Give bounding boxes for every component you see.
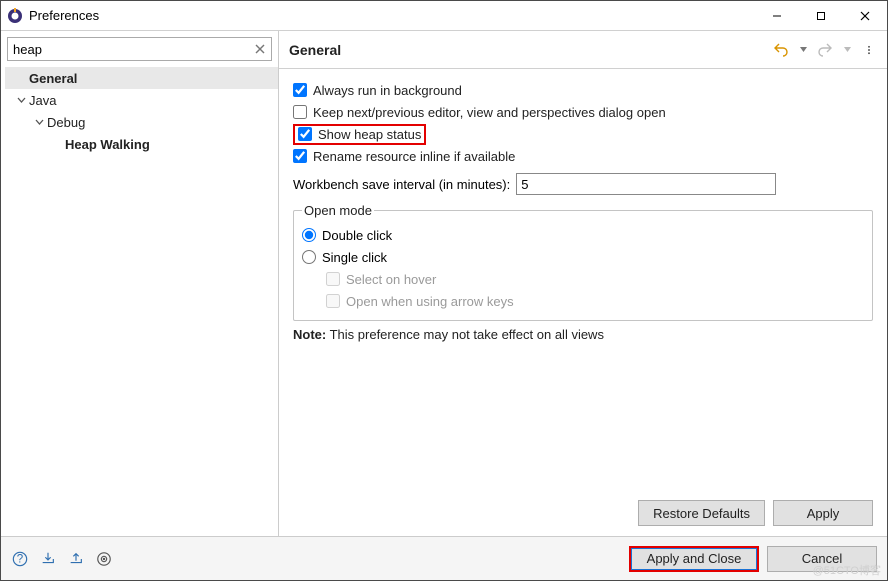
page-title: General <box>289 42 773 58</box>
interval-label: Workbench save interval (in minutes): <box>293 177 510 192</box>
checkbox-show-heap[interactable] <box>298 127 312 141</box>
sidebar: General Java Debug Heap Walking <box>1 31 279 536</box>
bottom-bar: ? Apply and Close Cancel <box>1 536 887 580</box>
checkbox-show-heap-highlight: Show heap status <box>293 124 426 145</box>
apply-close-button[interactable]: Apply and Close <box>629 546 759 572</box>
content-area: Always run in background Keep next/previ… <box>279 69 887 536</box>
checkbox-input[interactable] <box>293 149 307 163</box>
preference-tree: General Java Debug Heap Walking <box>1 65 278 155</box>
preferences-window: Preferences General <box>0 0 888 581</box>
tree-item-general[interactable]: General <box>5 67 278 89</box>
help-icon[interactable]: ? <box>11 550 29 568</box>
app-icon <box>7 8 23 24</box>
window-title: Preferences <box>29 8 755 23</box>
window-controls <box>755 1 887 30</box>
titlebar: Preferences <box>1 1 887 31</box>
tree-item-debug[interactable]: Debug <box>5 111 278 133</box>
twisty-icon[interactable] <box>33 116 46 129</box>
checkbox-input <box>326 294 340 308</box>
clear-search-icon[interactable] <box>252 41 268 57</box>
checkbox-input[interactable] <box>293 105 307 119</box>
interval-input[interactable] <box>516 173 776 195</box>
tree-item-java[interactable]: Java <box>5 89 278 111</box>
minimize-button[interactable] <box>755 1 799 30</box>
radio-single-click[interactable]: Single click <box>302 246 864 268</box>
close-button[interactable] <box>843 1 887 30</box>
back-dropdown-icon[interactable] <box>795 42 811 58</box>
export-icon[interactable] <box>67 550 85 568</box>
checkbox-always-bg[interactable]: Always run in background <box>293 79 873 101</box>
checkbox-keep-next[interactable]: Keep next/previous editor, view and pers… <box>293 101 873 123</box>
apply-button[interactable]: Apply <box>773 500 873 526</box>
restore-defaults-button[interactable]: Restore Defaults <box>638 500 765 526</box>
note-text: This preference may not take effect on a… <box>330 327 604 342</box>
search-input[interactable] <box>7 37 272 61</box>
checkbox-open-arrows: Open when using arrow keys <box>326 290 864 312</box>
maximize-button[interactable] <box>799 1 843 30</box>
view-menu-icon[interactable] <box>861 42 877 58</box>
radio-double-click[interactable]: Double click <box>302 224 864 246</box>
open-mode-group: Open mode Double click Single click Sele… <box>293 203 873 321</box>
svg-text:?: ? <box>17 553 23 565</box>
radio-input[interactable] <box>302 228 316 242</box>
twisty-icon[interactable] <box>15 94 28 107</box>
checkbox-input <box>326 272 340 286</box>
radio-input[interactable] <box>302 250 316 264</box>
note-prefix: Note: <box>293 327 326 342</box>
checkbox-rename-inline[interactable]: Rename resource inline if available <box>293 145 873 167</box>
import-icon[interactable] <box>39 550 57 568</box>
page-header: General <box>279 31 887 69</box>
oomph-icon[interactable] <box>95 550 113 568</box>
note-row: Note: This preference may not take effec… <box>293 327 873 342</box>
forward-icon[interactable] <box>817 42 833 58</box>
checkbox-select-hover: Select on hover <box>326 268 864 290</box>
back-icon[interactable] <box>773 42 789 58</box>
cancel-button[interactable]: Cancel <box>767 546 877 572</box>
checkbox-input[interactable] <box>293 83 307 97</box>
forward-dropdown-icon[interactable] <box>839 42 855 58</box>
tree-item-heap-walking[interactable]: Heap Walking <box>5 133 278 155</box>
open-mode-legend: Open mode <box>302 203 374 218</box>
